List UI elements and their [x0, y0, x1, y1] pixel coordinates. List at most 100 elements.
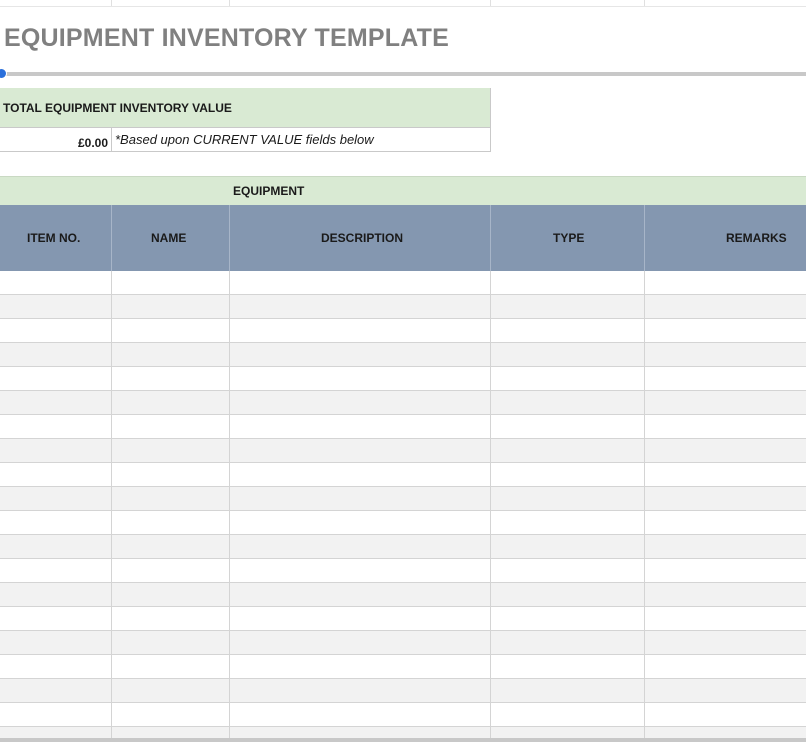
- cell-item-no[interactable]: [0, 511, 112, 535]
- column-header-remarks[interactable]: REMARKS: [645, 205, 806, 271]
- cell-type[interactable]: [491, 655, 645, 679]
- cell-name[interactable]: [112, 559, 230, 583]
- cell-name[interactable]: [112, 391, 230, 415]
- cell-description[interactable]: [230, 679, 491, 703]
- cell-remarks[interactable]: [645, 703, 806, 727]
- cell-item-no[interactable]: [0, 391, 112, 415]
- cell-remarks[interactable]: [645, 583, 806, 607]
- cell-remarks[interactable]: [645, 391, 806, 415]
- cell-type[interactable]: [491, 559, 645, 583]
- cell-type[interactable]: [491, 487, 645, 511]
- cell-remarks[interactable]: [645, 271, 806, 295]
- cell-description[interactable]: [230, 343, 491, 367]
- cell-type[interactable]: [491, 415, 645, 439]
- cell-item-no[interactable]: [0, 463, 112, 487]
- cell-description[interactable]: [230, 631, 491, 655]
- cell-description[interactable]: [230, 511, 491, 535]
- cell-description[interactable]: [230, 367, 491, 391]
- cell-type[interactable]: [491, 607, 645, 631]
- cell-name[interactable]: [112, 535, 230, 559]
- cell-name[interactable]: [112, 679, 230, 703]
- cell-name[interactable]: [112, 487, 230, 511]
- total-value-label-cell[interactable]: TOTAL EQUIPMENT INVENTORY VALUE: [0, 88, 491, 128]
- cell-remarks[interactable]: [645, 631, 806, 655]
- cell-remarks[interactable]: [645, 343, 806, 367]
- cell-type[interactable]: [491, 367, 645, 391]
- equipment-section-header[interactable]: EQUIPMENT: [0, 176, 806, 205]
- cell-item-no[interactable]: [0, 487, 112, 511]
- cell-item-no[interactable]: [0, 631, 112, 655]
- cell-description[interactable]: [230, 391, 491, 415]
- cell-name[interactable]: [112, 631, 230, 655]
- cell-remarks[interactable]: [645, 487, 806, 511]
- cell-description[interactable]: [230, 559, 491, 583]
- cell-item-no[interactable]: [0, 439, 112, 463]
- total-value-note-cell[interactable]: *Based upon CURRENT VALUE fields below: [112, 128, 491, 152]
- cell-description[interactable]: [230, 703, 491, 727]
- cell-description[interactable]: [230, 655, 491, 679]
- cell-remarks[interactable]: [645, 607, 806, 631]
- cell-name[interactable]: [112, 319, 230, 343]
- cell-name[interactable]: [112, 439, 230, 463]
- cell-remarks[interactable]: [645, 295, 806, 319]
- cell-type[interactable]: [491, 535, 645, 559]
- cell-description[interactable]: [230, 295, 491, 319]
- cell-name[interactable]: [112, 295, 230, 319]
- cell-remarks[interactable]: [645, 679, 806, 703]
- cell-type[interactable]: [491, 631, 645, 655]
- cell-type[interactable]: [491, 703, 645, 727]
- selection-handle-icon[interactable]: [0, 68, 7, 79]
- cell-name[interactable]: [112, 343, 230, 367]
- total-value-cell[interactable]: £0.00: [0, 128, 112, 152]
- cell-remarks[interactable]: [645, 559, 806, 583]
- cell-description[interactable]: [230, 583, 491, 607]
- column-header-item-no[interactable]: ITEM NO.: [0, 205, 112, 271]
- cell-name[interactable]: [112, 583, 230, 607]
- cell-description[interactable]: [230, 439, 491, 463]
- cell-remarks[interactable]: [645, 367, 806, 391]
- cell-type[interactable]: [491, 583, 645, 607]
- cell-item-no[interactable]: [0, 559, 112, 583]
- cell-item-no[interactable]: [0, 343, 112, 367]
- cell-type[interactable]: [491, 271, 645, 295]
- cell-item-no[interactable]: [0, 319, 112, 343]
- cell-type[interactable]: [491, 439, 645, 463]
- cell-item-no[interactable]: [0, 367, 112, 391]
- cell-item-no[interactable]: [0, 583, 112, 607]
- cell-name[interactable]: [112, 607, 230, 631]
- cell-remarks[interactable]: [645, 319, 806, 343]
- cell-type[interactable]: [491, 391, 645, 415]
- cell-description[interactable]: [230, 487, 491, 511]
- cell-item-no[interactable]: [0, 703, 112, 727]
- cell-description[interactable]: [230, 319, 491, 343]
- cell-description[interactable]: [230, 607, 491, 631]
- cell-type[interactable]: [491, 463, 645, 487]
- cell-remarks[interactable]: [645, 439, 806, 463]
- cell-description[interactable]: [230, 271, 491, 295]
- cell-name[interactable]: [112, 703, 230, 727]
- cell-item-no[interactable]: [0, 415, 112, 439]
- cell-type[interactable]: [491, 679, 645, 703]
- cell-type[interactable]: [491, 295, 645, 319]
- cell-name[interactable]: [112, 271, 230, 295]
- cell-remarks[interactable]: [645, 511, 806, 535]
- cell-item-no[interactable]: [0, 679, 112, 703]
- cell-name[interactable]: [112, 511, 230, 535]
- cell-type[interactable]: [491, 511, 645, 535]
- cell-name[interactable]: [112, 463, 230, 487]
- cell-item-no[interactable]: [0, 295, 112, 319]
- cell-item-no[interactable]: [0, 271, 112, 295]
- cell-remarks[interactable]: [645, 535, 806, 559]
- cell-name[interactable]: [112, 367, 230, 391]
- cell-type[interactable]: [491, 343, 645, 367]
- cell-name[interactable]: [112, 415, 230, 439]
- cell-description[interactable]: [230, 535, 491, 559]
- page-title[interactable]: EQUIPMENT INVENTORY TEMPLATE: [4, 24, 449, 53]
- cell-item-no[interactable]: [0, 535, 112, 559]
- cell-item-no[interactable]: [0, 607, 112, 631]
- column-header-name[interactable]: NAME: [112, 205, 230, 271]
- cell-description[interactable]: [230, 415, 491, 439]
- column-header-description[interactable]: DESCRIPTION: [230, 205, 491, 271]
- cell-remarks[interactable]: [645, 415, 806, 439]
- cell-remarks[interactable]: [645, 463, 806, 487]
